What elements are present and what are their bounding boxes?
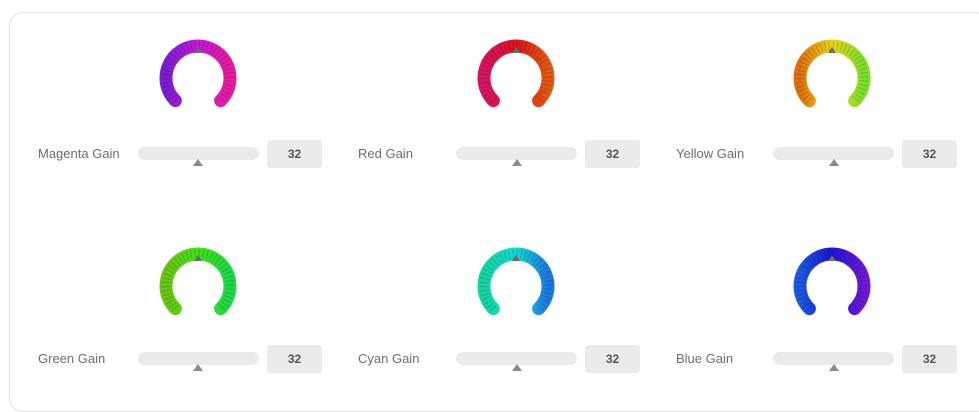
red-ring-icon[interactable]	[470, 39, 562, 120]
cyan-gain-value[interactable]: 32	[585, 345, 640, 373]
magenta-ring-icon[interactable]	[152, 39, 244, 120]
gain-ring-arc	[477, 247, 555, 316]
blue-ring-icon[interactable]	[786, 247, 878, 328]
blue-gain-label: Blue Gain	[676, 351, 734, 366]
yellow-gain-value[interactable]: 32	[902, 140, 957, 168]
green-ring-icon[interactable]	[152, 247, 244, 328]
magenta-gain-label: Magenta Gain	[38, 146, 120, 161]
red-gain-slider-thumb[interactable]	[512, 159, 522, 166]
gain-ring-arc	[159, 39, 237, 108]
gain-ring-arc	[477, 39, 555, 108]
yellow-gain-label: Yellow Gain	[676, 146, 745, 161]
red-gain-label: Red Gain	[358, 146, 413, 161]
blue-gain-slider-thumb[interactable]	[829, 364, 839, 371]
green-gain-slider-thumb[interactable]	[193, 364, 203, 371]
cyan-ring-icon[interactable]	[470, 247, 562, 328]
green-gain-label: Green Gain	[38, 351, 106, 366]
magenta-gain-value[interactable]: 32	[267, 140, 322, 168]
green-gain-value[interactable]: 32	[267, 345, 322, 373]
yellow-ring-icon[interactable]	[786, 39, 878, 120]
gain-ring-arc	[159, 247, 237, 316]
blue-gain-value[interactable]: 32	[902, 345, 957, 373]
gain-ring-arc	[793, 247, 871, 316]
red-gain-value[interactable]: 32	[585, 140, 640, 168]
magenta-gain-slider-thumb[interactable]	[193, 159, 203, 166]
cyan-gain-label: Cyan Gain	[358, 351, 420, 366]
gain-ring-arc	[793, 39, 871, 108]
cyan-gain-slider-thumb[interactable]	[512, 364, 522, 371]
yellow-gain-slider-thumb[interactable]	[829, 159, 839, 166]
